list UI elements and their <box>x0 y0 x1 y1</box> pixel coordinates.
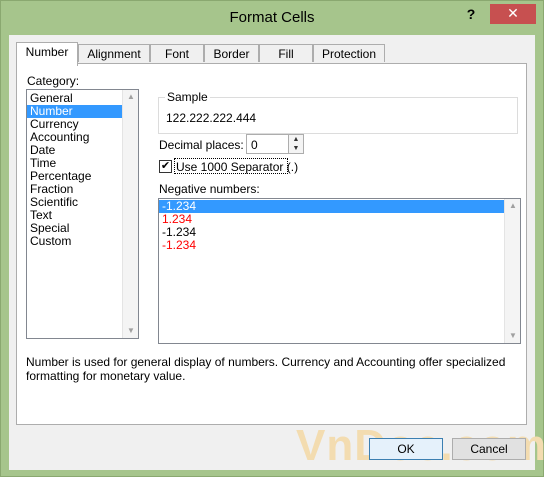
tab-alignment[interactable]: Alignment <box>78 44 150 62</box>
close-button[interactable]: ✕ <box>490 4 536 24</box>
title-bar[interactable]: Format Cells ? ✕ <box>1 1 543 35</box>
separator-checkbox[interactable]: ✔ <box>159 160 172 173</box>
checkmark-icon: ✔ <box>160 160 171 172</box>
tab-font[interactable]: Font <box>150 44 204 62</box>
increment-icon[interactable]: ▲ <box>289 135 303 144</box>
negative-scrollbar[interactable]: ▲ ▼ <box>504 199 520 343</box>
tab-border[interactable]: Border <box>204 44 259 62</box>
format-cells-dialog: Format Cells ? ✕ Number Alignment Font B… <box>0 0 544 477</box>
negative-item-1[interactable]: -1.234 <box>159 200 504 213</box>
scroll-up-icon[interactable]: ▲ <box>505 199 520 213</box>
sample-group: Sample 122.222.222.444 <box>158 90 518 134</box>
tab-fill[interactable]: Fill <box>259 44 313 62</box>
description-text: Number is used for general display of nu… <box>26 355 506 383</box>
ok-button[interactable]: OK <box>369 438 443 460</box>
negative-numbers-items: -1.234 1.234 -1.234 -1.234 <box>159 199 520 252</box>
category-scrollbar[interactable]: ▲ ▼ <box>122 90 138 338</box>
tab-number[interactable]: Number <box>16 42 78 66</box>
decimal-places-label: Decimal places: <box>159 138 244 152</box>
tab-protection[interactable]: Protection <box>313 44 385 62</box>
negative-item-2[interactable]: 1.234 <box>159 213 520 226</box>
negative-numbers-list[interactable]: -1.234 1.234 -1.234 -1.234 ▲ ▼ <box>158 198 521 344</box>
help-button[interactable]: ? <box>459 5 483 25</box>
cancel-button[interactable]: Cancel <box>452 438 526 460</box>
category-label: Category: <box>27 74 80 88</box>
sample-value: 122.222.222.444 <box>166 111 257 125</box>
category-list[interactable]: General Number Currency Accounting Date … <box>26 89 139 339</box>
close-icon: ✕ <box>507 5 519 21</box>
decrement-icon[interactable]: ▼ <box>289 144 303 153</box>
dialog-client: Number Alignment Font Border Fill Protec… <box>9 35 544 470</box>
separator-label[interactable]: Use 1000 Separator (.) <box>176 160 298 174</box>
decimal-places-value[interactable]: 0 <box>251 138 258 152</box>
negative-item-3[interactable]: -1.234 <box>159 226 520 239</box>
sample-label: Sample <box>165 90 210 104</box>
decimal-places-stepper[interactable]: 0 ▲ ▼ <box>246 134 304 154</box>
negative-item-4[interactable]: -1.234 <box>159 239 520 252</box>
scroll-down-icon[interactable]: ▼ <box>505 329 520 343</box>
negative-numbers-label: Negative numbers: <box>159 182 260 196</box>
stepper-buttons: ▲ ▼ <box>288 135 303 153</box>
scroll-up-icon[interactable]: ▲ <box>123 90 138 104</box>
scroll-down-icon[interactable]: ▼ <box>123 324 138 338</box>
